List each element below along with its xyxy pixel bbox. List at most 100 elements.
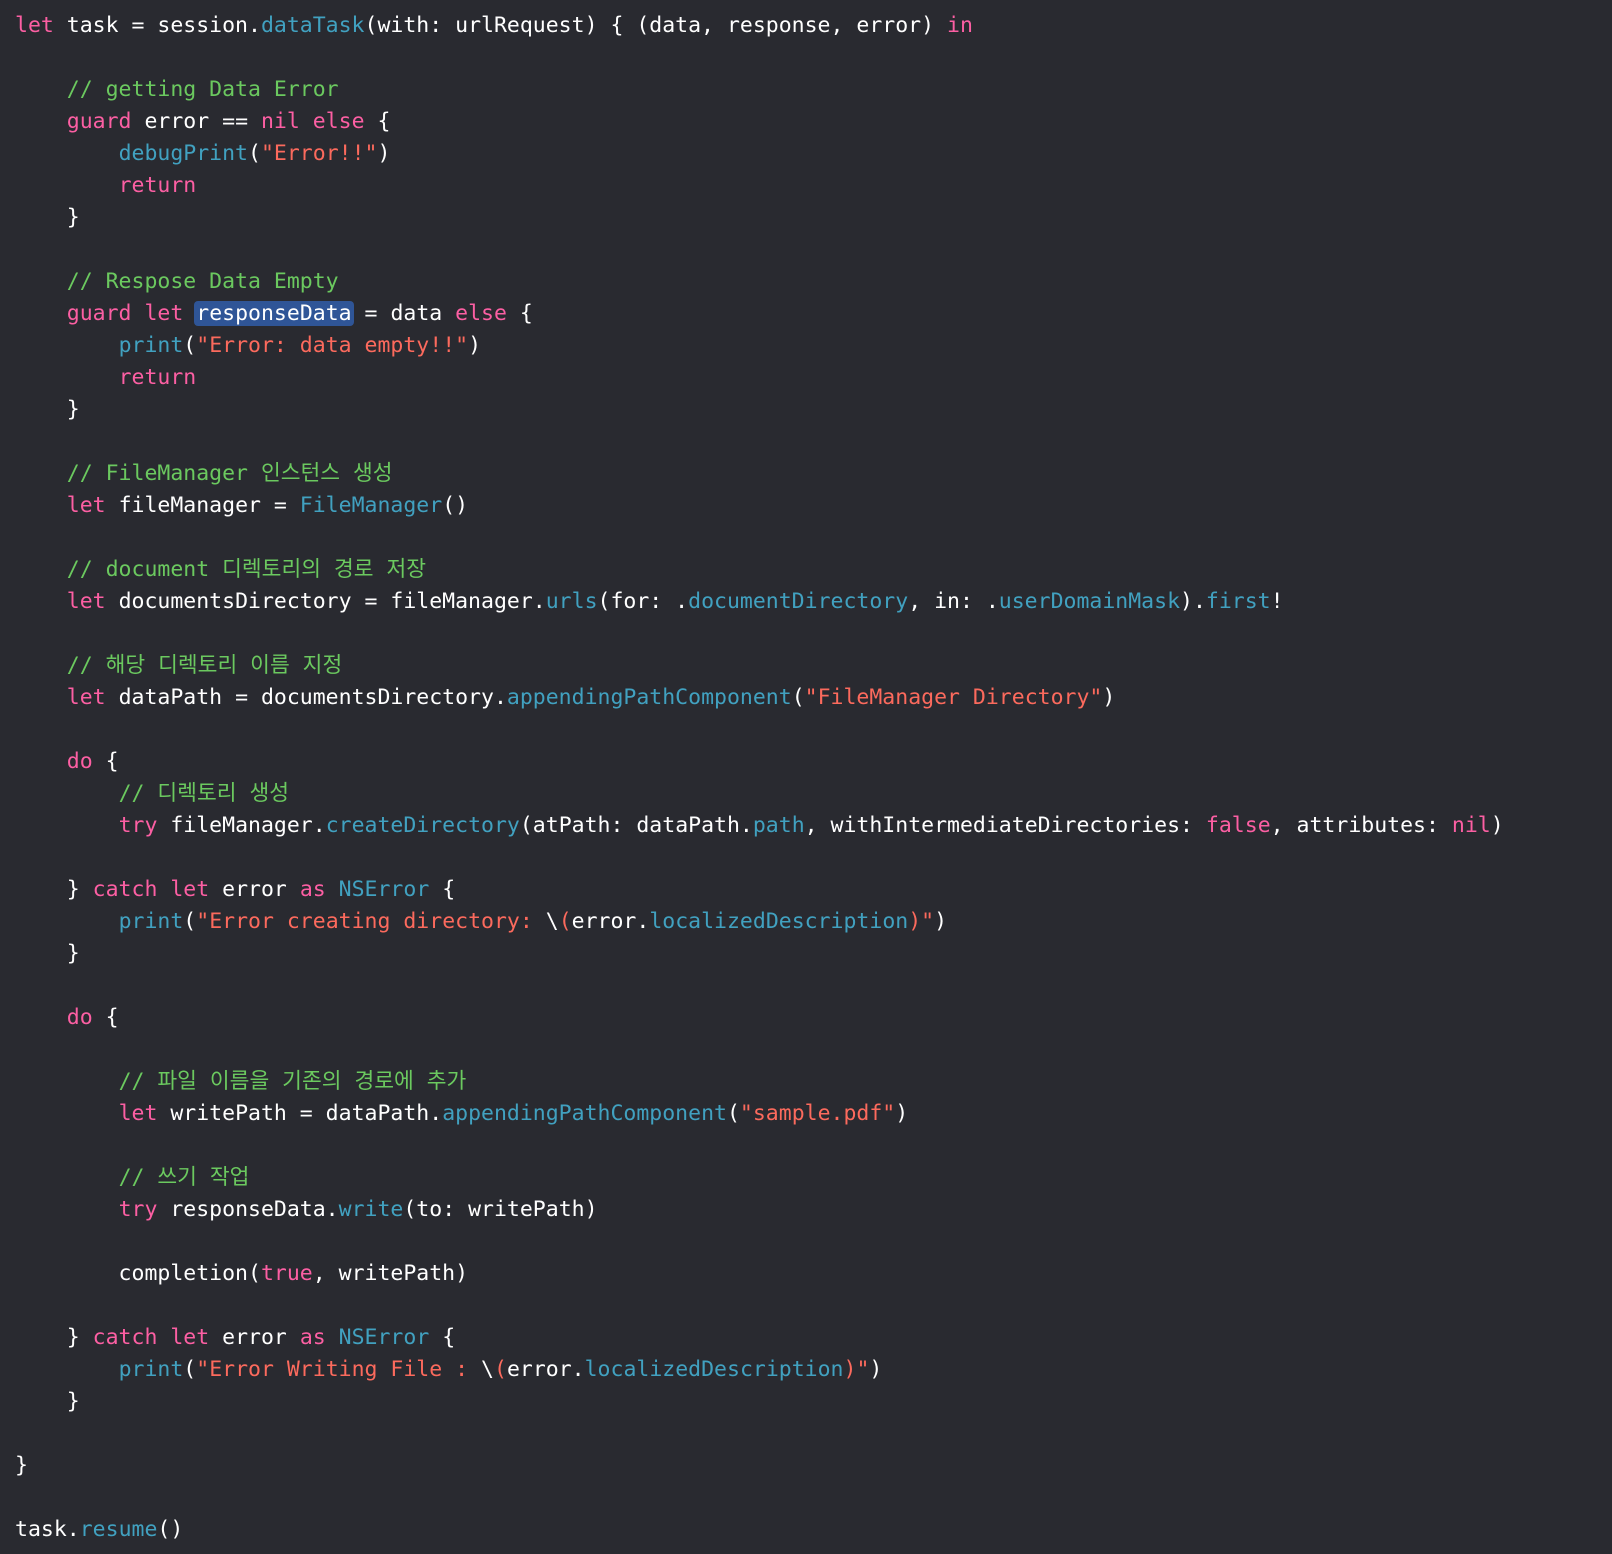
code-line[interactable]: } [15,394,1612,426]
code-line[interactable] [15,970,1612,1002]
code-token: ) [1490,813,1504,838]
code-token: task = session. [53,13,261,38]
identifier-token: print [118,909,184,934]
code-line[interactable] [15,1130,1612,1162]
comment-token: // getting Data Error [66,77,339,102]
code-line[interactable]: // Respose Data Empty [15,266,1612,298]
code-line[interactable]: let writePath = dataPath.appendingPathCo… [15,1098,1612,1130]
code-line[interactable]: // 디렉토리 생성 [15,778,1612,810]
identifier-token: appendingPathComponent [506,685,792,710]
code-line[interactable]: try fileManager.createDirectory(atPath: … [15,810,1612,842]
code-editor[interactable]: let task = session.dataTask(with: urlReq… [0,0,1612,1554]
code-line[interactable] [15,1290,1612,1322]
code-token: { [429,1325,456,1350]
code-line[interactable]: } catch let error as NSError { [15,1322,1612,1354]
string-token: ( [558,909,572,934]
code-token: writePath = dataPath. [157,1101,443,1126]
code-line[interactable]: } [15,202,1612,234]
code-token: , withIntermediateDirectories: [804,813,1206,838]
code-line[interactable]: do { [15,1002,1612,1034]
code-line[interactable]: completion(true, writePath) [15,1258,1612,1290]
code-line[interactable] [15,1034,1612,1066]
code-line[interactable] [15,618,1612,650]
code-token: fileManager. [157,813,326,838]
code-token: = data [351,301,456,326]
code-token: } [15,1325,93,1350]
identifier-token: appendingPathComponent [442,1101,727,1126]
code-line[interactable] [15,426,1612,458]
code-token: (with: urlRequest) { (data, response, er… [364,13,947,38]
code-token: { [506,301,533,326]
code-line[interactable]: // getting Data Error [15,74,1612,106]
code-token: ) [869,1357,883,1382]
code-line[interactable]: do { [15,746,1612,778]
code-token: ! [1270,589,1284,614]
code-line[interactable]: // 파일 이름을 기존의 경로에 추가 [15,1066,1612,1098]
code-line[interactable]: } catch let error as NSError { [15,874,1612,906]
keyword-token: let [66,685,106,710]
code-line[interactable]: guard error == nil else { [15,106,1612,138]
code-line[interactable] [15,234,1612,266]
code-line[interactable]: let dataPath = documentsDirectory.append… [15,682,1612,714]
string-token: "Error!!" [260,141,378,166]
code-line[interactable]: // 해당 디렉토리 이름 지정 [15,650,1612,682]
code-line[interactable]: guard let responseData = data else { [15,298,1612,330]
code-line[interactable] [15,1418,1612,1450]
code-line[interactable]: debugPrint("Error!!") [15,138,1612,170]
keyword-token: guard [66,301,132,326]
code-line[interactable] [15,714,1612,746]
identifier-token: print [118,333,184,358]
code-line[interactable] [15,522,1612,554]
code-token: \ [545,909,559,934]
code-line[interactable] [15,1482,1612,1514]
keyword-token: let [66,589,106,614]
code-token: { [429,877,456,902]
code-line[interactable] [15,42,1612,74]
selected-token[interactable]: responseData [194,301,354,326]
string-token: "Error: data empty!!" [196,333,469,358]
code-token: error. [571,909,650,934]
keyword-token: return [118,365,197,390]
code-line[interactable]: let documentsDirectory = fileManager.url… [15,586,1612,618]
code-line[interactable]: try responseData.write(to: writePath) [15,1194,1612,1226]
code-token: error == [131,109,261,134]
code-line[interactable]: } [15,938,1612,970]
identifier-token: path [752,813,805,838]
code-line[interactable]: print("Error creating directory: \(error… [15,906,1612,938]
code-line[interactable]: // 쓰기 작업 [15,1162,1612,1194]
code-line[interactable]: print("Error: data empty!!") [15,330,1612,362]
code-token: error. [506,1357,585,1382]
keyword-token: let [170,877,210,902]
string-token: "Error creating directory: [196,909,546,934]
code-line[interactable]: return [15,362,1612,394]
code-line[interactable]: } [15,1386,1612,1418]
code-line[interactable]: print("Error Writing File : \(error.loca… [15,1354,1612,1386]
code-line[interactable]: } [15,1450,1612,1482]
identifier-token: NSError [338,877,430,902]
code-line[interactable]: // FileManager 인스턴스 생성 [15,458,1612,490]
identifier-token: first [1205,589,1271,614]
identifier-token: urls [545,589,598,614]
code-token: (for: . [597,589,689,614]
code-token: documentsDirectory = fileManager. [105,589,546,614]
keyword-token: do [66,749,93,774]
code-line[interactable]: let fileManager = FileManager() [15,490,1612,522]
code-line[interactable]: // document 디렉토리의 경로 저장 [15,554,1612,586]
code-line[interactable]: let task = session.dataTask(with: urlReq… [15,10,1612,42]
code-line[interactable] [15,842,1612,874]
comment-token: // 해당 디렉토리 이름 지정 [66,653,343,678]
code-line[interactable]: return [15,170,1612,202]
code-line[interactable]: task.resume() [15,1514,1612,1546]
identifier-token: debugPrint [118,141,249,166]
code-token: \ [481,1357,494,1382]
code-line[interactable] [15,1226,1612,1258]
